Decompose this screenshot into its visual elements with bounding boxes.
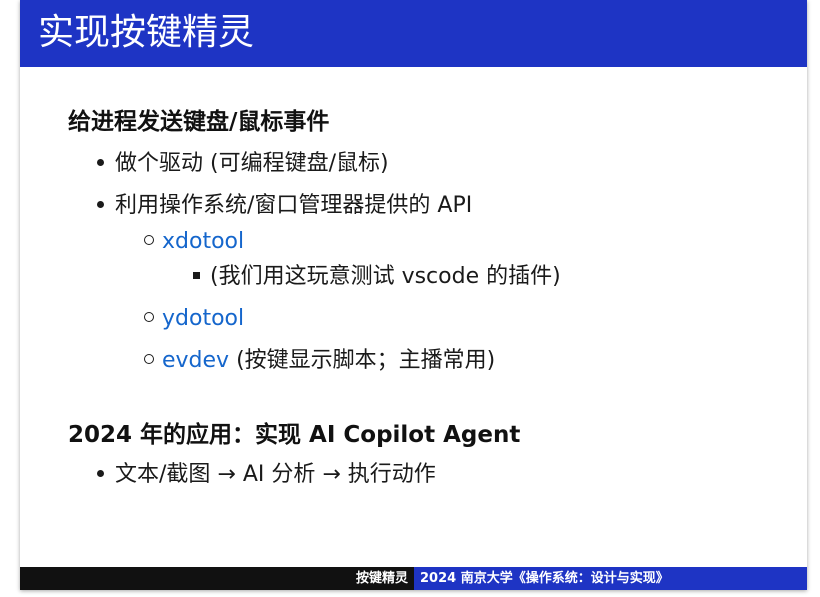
bullet-square-icon bbox=[193, 271, 200, 279]
bullet-dot-icon bbox=[97, 200, 104, 208]
sub-item-text: (按键显示脚本；主播常用) bbox=[229, 348, 496, 373]
xdotool-link[interactable]: xdotool bbox=[162, 229, 244, 254]
sub-item-xdotool: xdotool bbox=[144, 227, 244, 257]
bullet-text: 文本/截图 → AI 分析 → 执行动作 bbox=[115, 462, 436, 487]
section-heading-2: 2024 年的应用：实现 AI Copilot Agent bbox=[68, 422, 521, 448]
sub-sub-item: (我们用这玩意测试 vscode 的插件) bbox=[193, 262, 561, 292]
evdev-link[interactable]: evdev bbox=[162, 348, 229, 373]
bullet-circle-icon bbox=[144, 312, 154, 322]
sub-item-evdev: evdev (按键显示脚本；主播常用) bbox=[144, 346, 495, 376]
bullet-circle-icon bbox=[144, 235, 154, 245]
bullet-item: 做个驱动 (可编程键盘/鼠标) bbox=[97, 149, 389, 179]
footer-course-title: 2024 南京大学《操作系统：设计与实现》 bbox=[420, 571, 669, 586]
bullet-item: 利用操作系统/窗口管理器提供的 API bbox=[97, 191, 472, 221]
slide-title: 实现按键精灵 bbox=[38, 12, 255, 53]
slide: 实现按键精灵 给进程发送键盘/鼠标事件 做个驱动 (可编程键盘/鼠标) 利用操作… bbox=[20, 0, 807, 590]
bullet-circle-icon bbox=[144, 354, 154, 364]
bullet-dot-icon bbox=[97, 469, 104, 477]
footer-right: 2024 南京大学《操作系统：设计与实现》 bbox=[414, 567, 807, 590]
footer-section-title: 按键精灵 bbox=[355, 571, 408, 586]
bullet-dot-icon bbox=[97, 158, 104, 166]
footer: 按键精灵 2024 南京大学《操作系统：设计与实现》 bbox=[20, 567, 807, 590]
footer-left: 按键精灵 bbox=[20, 567, 414, 590]
title-bar: 实现按键精灵 bbox=[20, 0, 807, 67]
sub-sub-item-text: (我们用这玩意测试 vscode 的插件) bbox=[210, 264, 561, 289]
bullet-text: 利用操作系统/窗口管理器提供的 API bbox=[115, 193, 473, 218]
section-heading-1: 给进程发送键盘/鼠标事件 bbox=[68, 109, 330, 135]
bullet-text: 做个驱动 (可编程键盘/鼠标) bbox=[115, 151, 389, 176]
bullet-item: 文本/截图 → AI 分析 → 执行动作 bbox=[97, 460, 436, 490]
sub-item-ydotool: ydotool bbox=[144, 304, 244, 334]
ydotool-link[interactable]: ydotool bbox=[162, 306, 244, 331]
